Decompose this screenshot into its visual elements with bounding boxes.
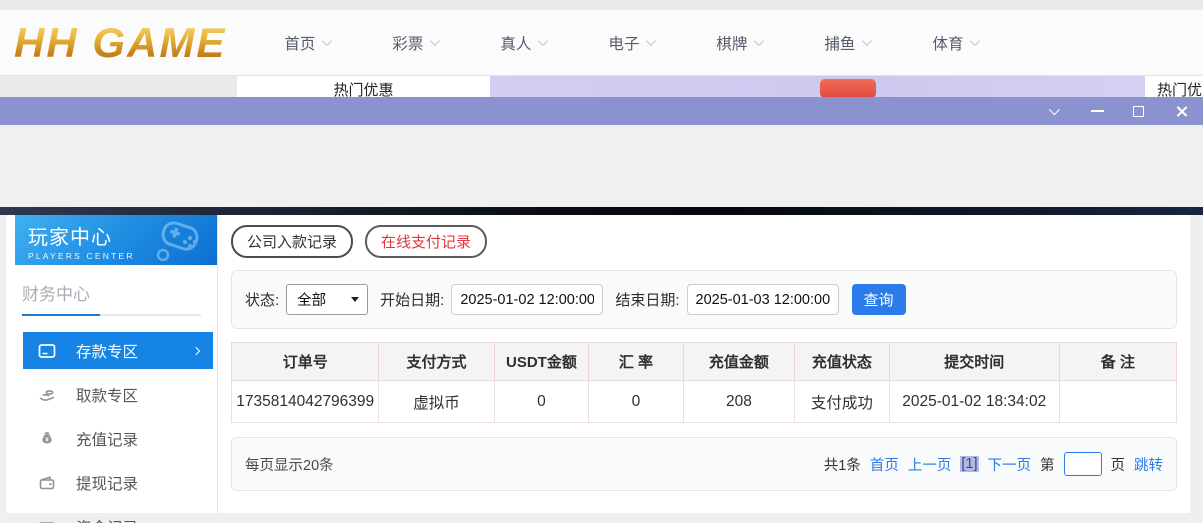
query-button[interactable]: 查询 <box>852 284 906 315</box>
browser-top-strip <box>0 0 1203 10</box>
table-row: 1735814042796399 虚拟币 0 0 208 支付成功 2025-0… <box>232 381 1177 423</box>
main-nav: 首页 彩票 真人 电子 棋牌 捕鱼 体育 <box>284 32 977 54</box>
select-arrow-icon <box>351 297 359 302</box>
status-label: 状态: <box>245 289 279 310</box>
chevron-down-icon <box>322 36 332 46</box>
clipped-page-row: 热门优惠 热门优惠 <box>0 75 1203 97</box>
cell-usdt-amount: 0 <box>494 381 589 423</box>
nav-item-home[interactable]: 首页 <box>284 32 329 54</box>
promo-banner <box>490 76 1145 97</box>
window-titlebar <box>0 97 1203 125</box>
cell-pay-method: 虚拟币 <box>379 381 494 423</box>
first-page-link[interactable]: 首页 <box>870 454 899 475</box>
site-logo[interactable]: HH GAME <box>14 19 226 67</box>
col-usdt-amount: USDT金额 <box>494 343 589 381</box>
end-date-label: 结束日期: <box>615 289 679 310</box>
nav-item-lottery[interactable]: 彩票 <box>392 32 437 54</box>
wallet-icon <box>38 474 56 492</box>
chevron-down-icon <box>538 36 548 46</box>
section-underline <box>22 314 201 316</box>
red-envelope-graphic <box>820 79 876 97</box>
pagination-bar: 每页显示20条 共1条 首页 上一页 [1] 下一页 第 页 跳转 <box>231 437 1177 491</box>
nav-item-cards[interactable]: 棋牌 <box>716 32 761 54</box>
nav-item-live[interactable]: 真人 <box>500 32 545 54</box>
close-icon <box>1175 105 1188 118</box>
cell-submit-time: 2025-01-02 18:34:02 <box>889 381 1059 423</box>
pagination-controls: 共1条 首页 上一页 [1] 下一页 第 页 跳转 <box>824 452 1163 476</box>
total-count-text: 共1条 <box>824 454 861 475</box>
chevron-down-icon <box>970 36 980 46</box>
jump-button[interactable]: 跳转 <box>1134 454 1163 475</box>
maximize-icon <box>1133 106 1144 117</box>
chevron-down-icon <box>862 36 872 46</box>
col-recharge-amount: 充值金额 <box>683 343 795 381</box>
start-date-label: 开始日期: <box>380 289 444 310</box>
tab-company-deposit-records[interactable]: 公司入款记录 <box>231 225 353 258</box>
sidebar-item-recharge-records[interactable]: ¥ 充值记录 <box>23 420 213 457</box>
cell-exchange-rate: 0 <box>589 381 684 423</box>
cell-recharge-status: 支付成功 <box>795 381 890 423</box>
minimize-icon <box>1091 110 1104 112</box>
dark-divider-band <box>0 207 1203 215</box>
withdraw-hand-icon <box>38 386 56 404</box>
sidebar-item-funds-records[interactable]: 资金记录 <box>23 508 213 523</box>
payment-records-table: 订单号 支付方式 USDT金额 汇 率 充值金额 充值状态 提交时间 备 注 1… <box>231 342 1177 423</box>
jump-suffix-text: 页 <box>1111 454 1126 475</box>
sidebar-header: 玩家中心 PLAYERS CENTER <box>15 215 217 265</box>
window-collapse-button[interactable] <box>1049 107 1065 115</box>
window-close-button[interactable] <box>1175 105 1191 118</box>
nav-item-fishing[interactable]: 捕鱼 <box>824 32 869 54</box>
cell-order-id: 1735814042796399 <box>232 381 379 423</box>
table-header-row: 订单号 支付方式 USDT金额 汇 率 充值金额 充值状态 提交时间 备 注 <box>232 343 1177 381</box>
page-size-text: 每页显示20条 <box>245 454 334 475</box>
main-content: 公司入款记录 在线支付记录 状态: 全部 开始日期: 结束日期: 查询 订单号 <box>218 215 1190 513</box>
sidebar-item-withdraw[interactable]: 取款专区 <box>23 376 213 413</box>
tab-online-payment-records[interactable]: 在线支付记录 <box>365 225 487 258</box>
sidebar-item-withdrawal-records[interactable]: 提现记录 <box>23 464 213 501</box>
filter-bar: 状态: 全部 开始日期: 结束日期: 查询 <box>231 270 1177 329</box>
site-header: HH GAME 首页 彩票 真人 电子 棋牌 捕鱼 体育 <box>0 10 1203 75</box>
prev-page-link[interactable]: 上一页 <box>908 454 952 475</box>
chevron-down-icon <box>430 36 440 46</box>
page-jump-input[interactable] <box>1064 452 1102 476</box>
nav-item-sports[interactable]: 体育 <box>932 32 977 54</box>
start-date-input[interactable] <box>451 284 603 315</box>
col-exchange-rate: 汇 率 <box>589 343 684 381</box>
deposit-card-icon <box>38 342 56 360</box>
status-select[interactable]: 全部 <box>286 284 368 315</box>
funds-note-icon <box>38 518 56 523</box>
col-order-id: 订单号 <box>232 343 379 381</box>
gamepad-icon <box>149 221 207 261</box>
moneybag-icon: ¥ <box>38 430 56 448</box>
current-page-indicator: [1] <box>960 456 978 472</box>
cell-recharge-amount: 208 <box>683 381 795 423</box>
next-page-link[interactable]: 下一页 <box>988 454 1032 475</box>
promo-tab-right[interactable]: 热门优惠 <box>1145 76 1203 97</box>
window-minimize-button[interactable] <box>1091 110 1107 112</box>
sidebar-menu: 存款专区 取款专区 ¥ 充值记录 提现记录 <box>6 332 217 523</box>
window-maximize-button[interactable] <box>1133 106 1149 117</box>
col-pay-method: 支付方式 <box>379 343 494 381</box>
chevron-down-icon <box>754 36 764 46</box>
chevron-down-icon <box>646 36 656 46</box>
end-date-input[interactable] <box>687 284 839 315</box>
col-recharge-status: 充值状态 <box>795 343 890 381</box>
col-remark: 备 注 <box>1059 343 1176 381</box>
col-submit-time: 提交时间 <box>889 343 1059 381</box>
collapse-icon <box>1049 104 1060 115</box>
promo-tab-left[interactable]: 热门优惠 <box>237 76 490 97</box>
player-center-window: 玩家中心 PLAYERS CENTER 财务中心 <box>5 215 1190 513</box>
nav-item-slots[interactable]: 电子 <box>608 32 653 54</box>
jump-prefix-text: 第 <box>1040 454 1055 475</box>
modal-empty-area <box>0 125 1203 207</box>
chevron-right-icon <box>192 346 200 354</box>
cell-remark <box>1059 381 1176 423</box>
sidebar-item-deposit[interactable]: 存款专区 <box>23 332 213 369</box>
record-tabs: 公司入款记录 在线支付记录 <box>231 225 1177 258</box>
sidebar: 玩家中心 PLAYERS CENTER 财务中心 <box>5 215 218 513</box>
peek-gray-area <box>0 76 237 97</box>
sidebar-section-title: 财务中心 <box>22 280 217 305</box>
